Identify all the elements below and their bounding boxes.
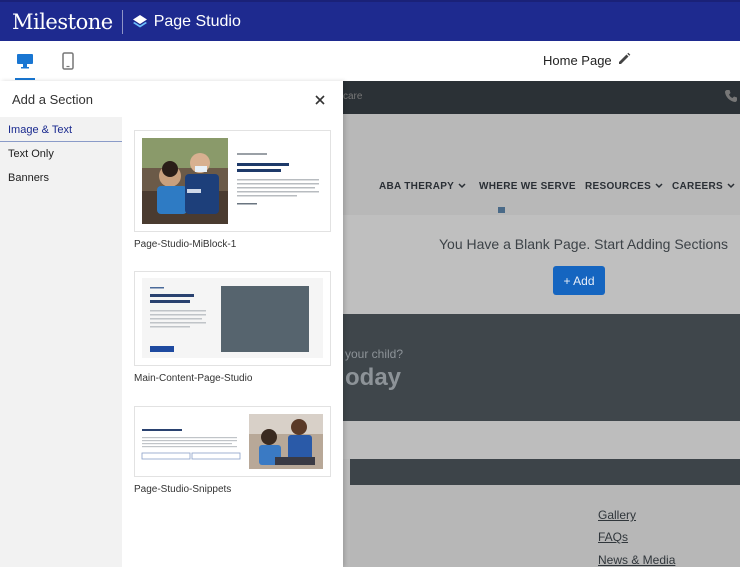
editor-toolbar: Home Page — [0, 41, 740, 81]
preview-top-strip-text: care — [343, 91, 363, 102]
page-preview: care ABA THERAPY WHERE WE SERVE RESOURCE… — [343, 81, 740, 567]
preview-nav-item: ABA THERAPY — [379, 181, 466, 192]
milestone-logo: Milestone — [12, 9, 113, 34]
desktop-view-button[interactable] — [10, 41, 40, 81]
category-image-text[interactable]: Image & Text — [0, 118, 122, 142]
section-thumbnail — [135, 131, 330, 231]
footer-link-faqs[interactable]: FAQs — [598, 530, 628, 544]
preview-nav-item: CAREERS — [672, 181, 735, 192]
edit-page-name-button[interactable] — [617, 52, 631, 71]
category-banners[interactable]: Banners — [0, 166, 122, 190]
top-bar: Milestone Page Studio — [0, 0, 740, 41]
category-text-only[interactable]: Text Only — [0, 142, 122, 166]
preview-cta-band — [343, 314, 740, 421]
section-template-list: Page-Studio-MiBlock-1 Main-Content-Page-… — [122, 117, 343, 567]
chevron-down-icon — [727, 181, 735, 192]
blank-page-area — [343, 215, 740, 314]
product-title: Page Studio — [153, 12, 241, 30]
section-card-snippets[interactable] — [134, 406, 331, 477]
preview-cta-line1: your child? — [345, 347, 404, 361]
preview-footer — [350, 485, 740, 567]
mobile-icon — [62, 52, 74, 70]
section-drag-handle — [498, 207, 505, 213]
section-card-miblock[interactable] — [134, 130, 331, 232]
footer-link-news[interactable]: News & Media — [598, 553, 675, 567]
brand-divider — [121, 9, 123, 34]
panel-header: Add a Section — [0, 81, 343, 117]
panel-title: Add a Section — [12, 92, 93, 107]
close-icon — [315, 95, 325, 105]
pencil-icon — [619, 52, 631, 64]
section-card-label: Page-Studio-Snippets — [134, 484, 232, 495]
section-card-label: Page-Studio-MiBlock-1 — [134, 239, 237, 250]
section-thumbnail — [135, 407, 330, 476]
preview-dark-bar — [350, 459, 740, 485]
footer-link-gallery[interactable]: Gallery — [598, 508, 636, 522]
preview-nav-item: WHERE WE SERVE — [479, 181, 576, 192]
layers-icon — [132, 14, 147, 27]
chevron-down-icon — [655, 181, 663, 192]
blank-page-message: You Have a Blank Page. Start Adding Sect… — [439, 236, 729, 252]
preview-light-band — [343, 421, 740, 459]
phone-icon — [724, 89, 738, 108]
preview-cta-line2: oday — [345, 364, 402, 391]
preview-nav: ABA THERAPY WHERE WE SERVE RESOURCES CAR… — [343, 114, 740, 215]
chevron-down-icon — [458, 181, 466, 192]
section-card-main-content[interactable] — [134, 271, 331, 366]
page-name[interactable]: Home Page — [543, 53, 612, 68]
section-card-label: Main-Content-Page-Studio — [134, 373, 253, 384]
section-thumbnail — [135, 272, 330, 365]
close-panel-button[interactable] — [314, 93, 326, 111]
page-studio-app: Milestone Page Studio Home Page care ABA… — [0, 0, 740, 567]
preview-top-strip: care — [343, 81, 740, 114]
section-category-list: Image & Text Text Only Banners — [0, 117, 122, 567]
add-section-panel: Add a Section Image & Text Text Only Ban… — [0, 81, 343, 567]
desktop-icon — [17, 54, 33, 69]
page-studio-logo: Page Studio — [132, 13, 241, 31]
add-section-button[interactable]: + Add — [553, 266, 605, 295]
preview-nav-item: RESOURCES — [585, 181, 663, 192]
mobile-view-button[interactable] — [53, 41, 83, 81]
